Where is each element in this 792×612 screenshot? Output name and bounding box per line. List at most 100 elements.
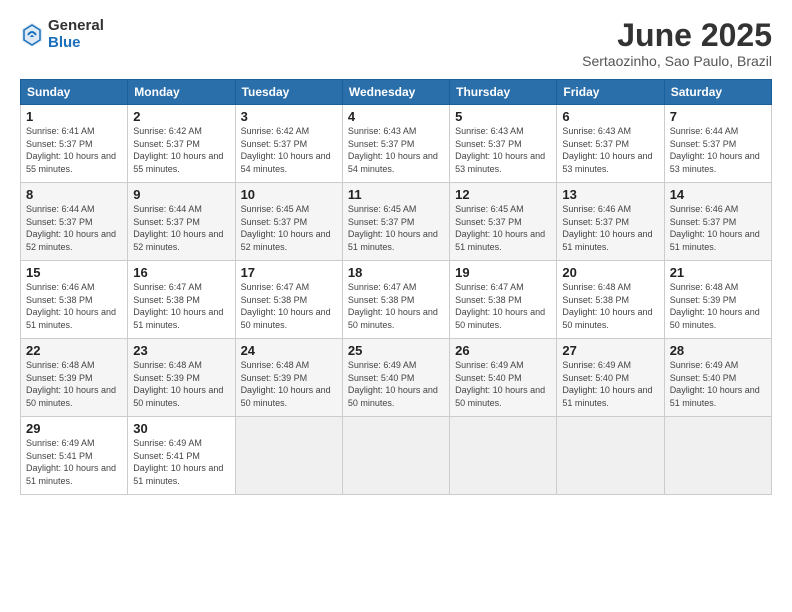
day-info: Sunrise: 6:46 AMSunset: 5:38 PMDaylight:…: [26, 281, 122, 331]
day-number: 3: [241, 109, 337, 124]
calendar-cell: [235, 417, 342, 495]
day-number: 18: [348, 265, 444, 280]
calendar-week-row: 8 Sunrise: 6:44 AMSunset: 5:37 PMDaylight…: [21, 183, 772, 261]
calendar-cell: 19Sunrise: 6:47 AMSunset: 5:38 PMDayligh…: [450, 261, 557, 339]
month-title: June 2025: [582, 18, 772, 53]
header: General Blue June 2025 Sertaozinho, Sao …: [20, 18, 772, 69]
day-number: 16: [133, 265, 229, 280]
logo-blue-text: Blue: [48, 34, 81, 51]
day-info: Sunrise: 6:43 AMSunset: 5:37 PMDaylight:…: [455, 125, 551, 175]
day-info: Sunrise: 6:49 AMSunset: 5:41 PMDaylight:…: [133, 437, 229, 487]
day-number: 24: [241, 343, 337, 358]
day-number: 17: [241, 265, 337, 280]
day-number: 8: [26, 187, 122, 202]
calendar-cell: [342, 417, 449, 495]
calendar-cell: 3Sunrise: 6:42 AMSunset: 5:37 PMDaylight…: [235, 105, 342, 183]
day-number: 1: [26, 109, 122, 124]
calendar-cell: 16Sunrise: 6:47 AMSunset: 5:38 PMDayligh…: [128, 261, 235, 339]
calendar-cell: 8Sunrise: 6:44 AMSunset: 5:37 PMDaylight…: [21, 183, 128, 261]
header-wednesday: Wednesday: [342, 80, 449, 105]
day-info: Sunrise: 6:45 AMSunset: 5:37 PMDaylight:…: [241, 203, 337, 253]
calendar-cell: 17Sunrise: 6:47 AMSunset: 5:38 PMDayligh…: [235, 261, 342, 339]
calendar-cell: 13Sunrise: 6:46 AMSunset: 5:37 PMDayligh…: [557, 183, 664, 261]
logo: General Blue: [20, 18, 104, 51]
calendar-cell: 14Sunrise: 6:46 AMSunset: 5:37 PMDayligh…: [664, 183, 771, 261]
day-info: Sunrise: 6:48 AMSunset: 5:38 PMDaylight:…: [562, 281, 658, 331]
header-friday: Friday: [557, 80, 664, 105]
day-number: 30: [133, 421, 229, 436]
day-number: 20: [562, 265, 658, 280]
calendar-cell: 4Sunrise: 6:43 AMSunset: 5:37 PMDaylight…: [342, 105, 449, 183]
day-info: Sunrise: 6:46 AMSunset: 5:37 PMDaylight:…: [670, 203, 766, 253]
day-number: 26: [455, 343, 551, 358]
day-number: 4: [348, 109, 444, 124]
day-number: 2: [133, 109, 229, 124]
day-number: 13: [562, 187, 658, 202]
day-info: Sunrise: 6:45 AMSunset: 5:37 PMDaylight:…: [455, 203, 551, 253]
calendar-cell: 27Sunrise: 6:49 AMSunset: 5:40 PMDayligh…: [557, 339, 664, 417]
day-info: Sunrise: 6:42 AMSunset: 5:37 PMDaylight:…: [241, 125, 337, 175]
weekday-header-row: Sunday Monday Tuesday Wednesday Thursday…: [21, 80, 772, 105]
header-sunday: Sunday: [21, 80, 128, 105]
calendar-cell: 23Sunrise: 6:48 AMSunset: 5:39 PMDayligh…: [128, 339, 235, 417]
day-number: 29: [26, 421, 122, 436]
day-number: 22: [26, 343, 122, 358]
day-info: Sunrise: 6:46 AMSunset: 5:37 PMDaylight:…: [562, 203, 658, 253]
logo-text: General Blue: [48, 18, 104, 51]
calendar-cell: 10Sunrise: 6:45 AMSunset: 5:37 PMDayligh…: [235, 183, 342, 261]
day-number: 14: [670, 187, 766, 202]
day-info: Sunrise: 6:49 AMSunset: 5:40 PMDaylight:…: [562, 359, 658, 409]
day-info: Sunrise: 6:48 AMSunset: 5:39 PMDaylight:…: [26, 359, 122, 409]
header-monday: Monday: [128, 80, 235, 105]
day-number: 25: [348, 343, 444, 358]
calendar-cell: 25Sunrise: 6:49 AMSunset: 5:40 PMDayligh…: [342, 339, 449, 417]
day-info: Sunrise: 6:47 AMSunset: 5:38 PMDaylight:…: [133, 281, 229, 331]
calendar-cell: 12Sunrise: 6:45 AMSunset: 5:37 PMDayligh…: [450, 183, 557, 261]
header-saturday: Saturday: [664, 80, 771, 105]
calendar-cell: 7Sunrise: 6:44 AMSunset: 5:37 PMDaylight…: [664, 105, 771, 183]
header-tuesday: Tuesday: [235, 80, 342, 105]
calendar-cell: 15Sunrise: 6:46 AMSunset: 5:38 PMDayligh…: [21, 261, 128, 339]
day-info: Sunrise: 6:44 AMSunset: 5:37 PMDaylight:…: [133, 203, 229, 253]
day-number: 9: [133, 187, 229, 202]
day-number: 15: [26, 265, 122, 280]
day-info: Sunrise: 6:44 AMSunset: 5:37 PMDaylight:…: [670, 125, 766, 175]
calendar-cell: 11Sunrise: 6:45 AMSunset: 5:37 PMDayligh…: [342, 183, 449, 261]
calendar-cell: 22Sunrise: 6:48 AMSunset: 5:39 PMDayligh…: [21, 339, 128, 417]
calendar-cell: 24Sunrise: 6:48 AMSunset: 5:39 PMDayligh…: [235, 339, 342, 417]
calendar-table: Sunday Monday Tuesday Wednesday Thursday…: [20, 79, 772, 495]
title-area: June 2025 Sertaozinho, Sao Paulo, Brazil: [582, 18, 772, 69]
calendar-page: General Blue June 2025 Sertaozinho, Sao …: [0, 0, 792, 612]
calendar-cell: 30Sunrise: 6:49 AMSunset: 5:41 PMDayligh…: [128, 417, 235, 495]
calendar-week-row: 15Sunrise: 6:46 AMSunset: 5:38 PMDayligh…: [21, 261, 772, 339]
day-info: Sunrise: 6:49 AMSunset: 5:40 PMDaylight:…: [670, 359, 766, 409]
day-number: 19: [455, 265, 551, 280]
calendar-week-row: 29Sunrise: 6:49 AMSunset: 5:41 PMDayligh…: [21, 417, 772, 495]
day-number: 28: [670, 343, 766, 358]
day-info: Sunrise: 6:43 AMSunset: 5:37 PMDaylight:…: [562, 125, 658, 175]
day-info: Sunrise: 6:49 AMSunset: 5:40 PMDaylight:…: [348, 359, 444, 409]
calendar-cell: 26Sunrise: 6:49 AMSunset: 5:40 PMDayligh…: [450, 339, 557, 417]
day-number: 11: [348, 187, 444, 202]
calendar-cell: [664, 417, 771, 495]
location-title: Sertaozinho, Sao Paulo, Brazil: [582, 53, 772, 69]
day-info: Sunrise: 6:49 AMSunset: 5:41 PMDaylight:…: [26, 437, 122, 487]
day-info: Sunrise: 6:41 AMSunset: 5:37 PMDaylight:…: [26, 125, 122, 175]
day-info: Sunrise: 6:47 AMSunset: 5:38 PMDaylight:…: [348, 281, 444, 331]
day-info: Sunrise: 6:48 AMSunset: 5:39 PMDaylight:…: [241, 359, 337, 409]
calendar-cell: 18Sunrise: 6:47 AMSunset: 5:38 PMDayligh…: [342, 261, 449, 339]
logo-icon: [20, 21, 44, 49]
calendar-cell: [450, 417, 557, 495]
calendar-cell: 21Sunrise: 6:48 AMSunset: 5:39 PMDayligh…: [664, 261, 771, 339]
day-info: Sunrise: 6:43 AMSunset: 5:37 PMDaylight:…: [348, 125, 444, 175]
day-info: Sunrise: 6:48 AMSunset: 5:39 PMDaylight:…: [133, 359, 229, 409]
calendar-cell: 5Sunrise: 6:43 AMSunset: 5:37 PMDaylight…: [450, 105, 557, 183]
day-number: 7: [670, 109, 766, 124]
day-info: Sunrise: 6:49 AMSunset: 5:40 PMDaylight:…: [455, 359, 551, 409]
calendar-cell: 28Sunrise: 6:49 AMSunset: 5:40 PMDayligh…: [664, 339, 771, 417]
header-thursday: Thursday: [450, 80, 557, 105]
calendar-cell: 1Sunrise: 6:41 AMSunset: 5:37 PMDaylight…: [21, 105, 128, 183]
calendar-cell: [557, 417, 664, 495]
calendar-week-row: 22Sunrise: 6:48 AMSunset: 5:39 PMDayligh…: [21, 339, 772, 417]
day-info: Sunrise: 6:45 AMSunset: 5:37 PMDaylight:…: [348, 203, 444, 253]
